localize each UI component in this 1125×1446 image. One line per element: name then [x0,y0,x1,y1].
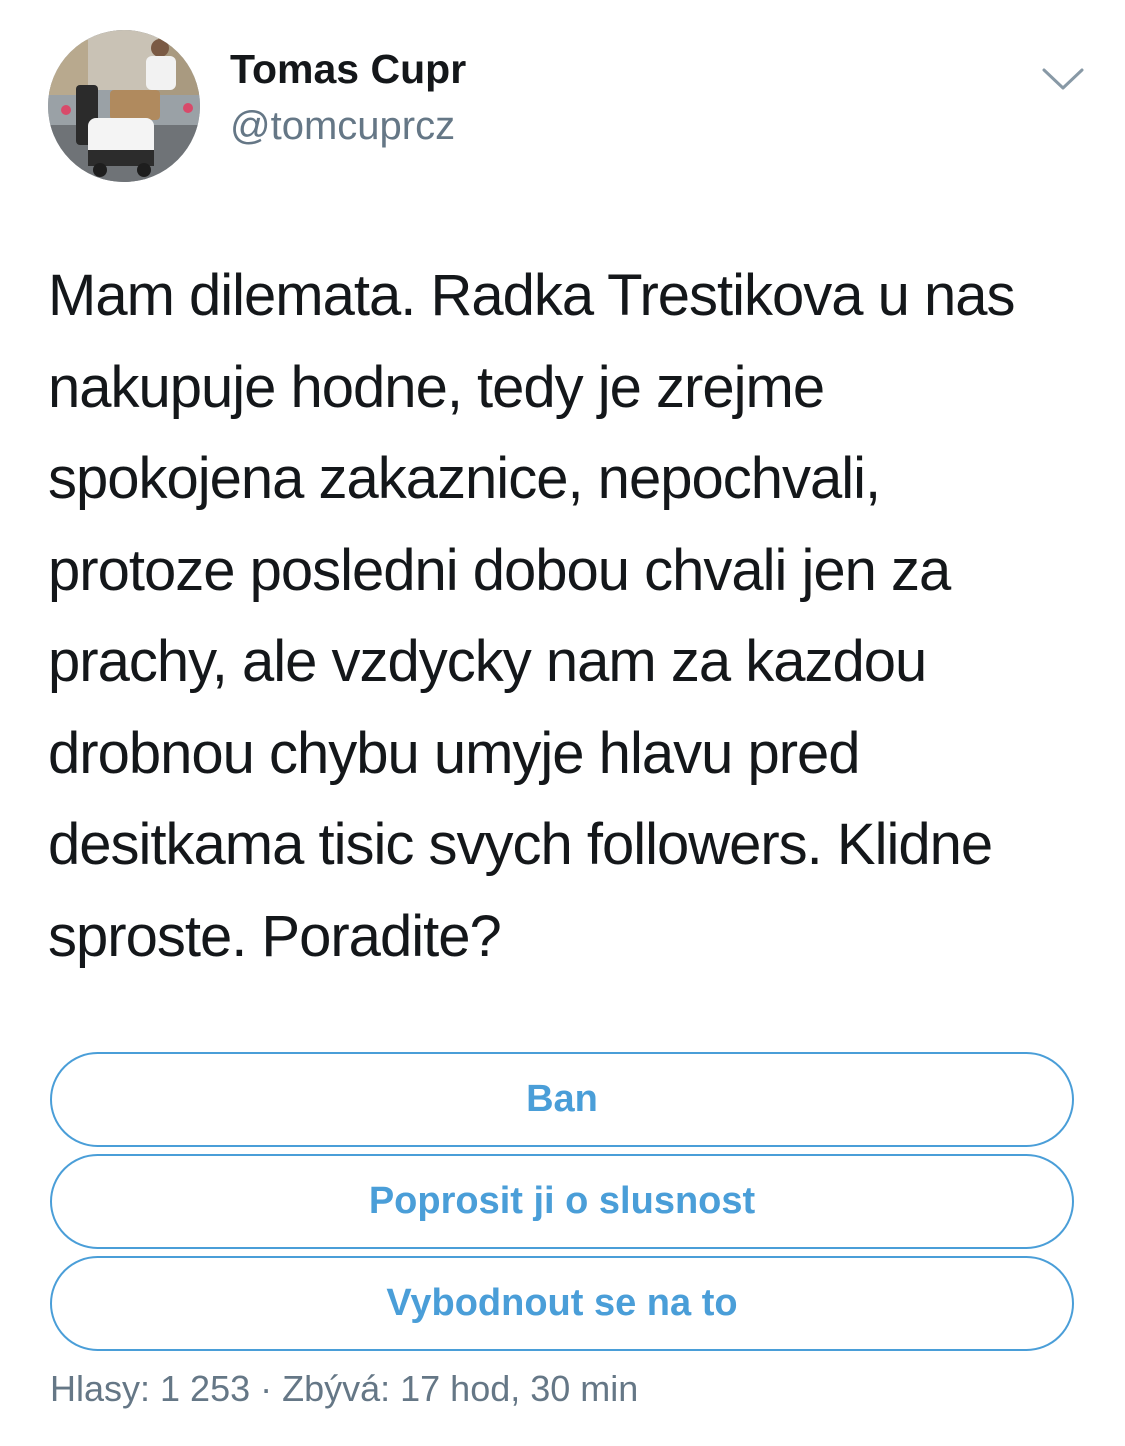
tweet-text-line: drobnou chybu umyje hlavu pred [48,720,861,786]
profile-photo-icon [48,30,200,182]
tweet-text-line: Mam dilemata. Radka Trestikova u nas [48,263,1016,328]
poll-option-ignore[interactable]: Vybodnout se na to [50,1256,1074,1351]
poll-option-ban[interactable]: Ban [50,1052,1074,1147]
tweet-text-line: prachy, ale vzdycky nam za kazdou [48,629,927,694]
tweet-text-line: protoze posledni dobou chvali jen za [48,537,951,603]
tweet-text: Mam dilemata. Radka Trestikova u nas nak… [48,250,1088,982]
poll-meta: Hlasy: 1 253 · Zbývá: 17 hod, 30 min [50,1368,639,1409]
author-name[interactable]: Tomas Cupr [230,46,466,93]
tweet-text-line: nakupuje hodne, tedy je zrejme [48,354,825,420]
tweet-text-line: sproste. Poradite? [48,903,502,969]
chevron-down-icon[interactable] [1040,62,1086,98]
avatar[interactable] [48,30,200,182]
author-handle[interactable]: @tomcuprcz [230,104,455,149]
tweet-text-line: spokojena zakaznice, nepochvali, [48,446,881,511]
tweet-card: Tomas Cupr @tomcuprcz Mam dilemata. Radk… [0,0,1125,1446]
poll: Ban Poprosit ji o slusnost Vybodnout se … [50,1052,1074,1358]
tweet-text-line: desitkama tisic svych followers. Klidne [48,812,993,877]
poll-option-ask-politely[interactable]: Poprosit ji o slusnost [50,1154,1074,1249]
